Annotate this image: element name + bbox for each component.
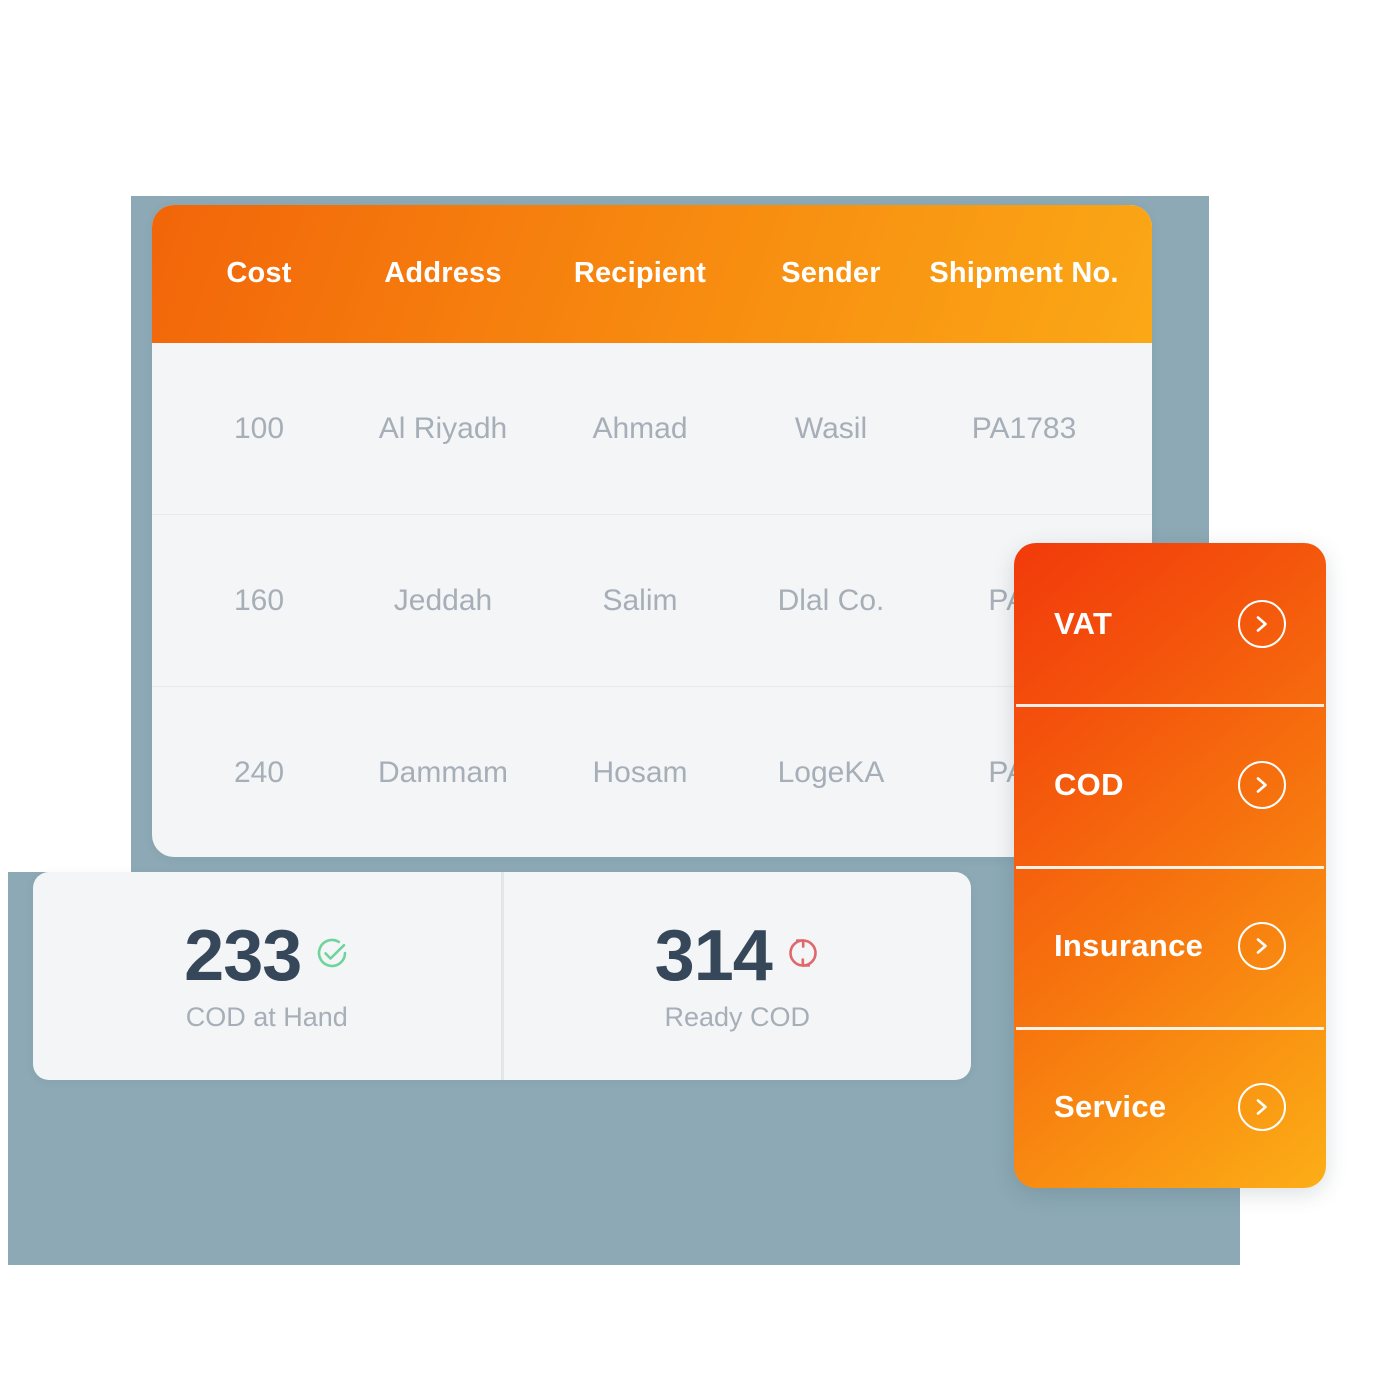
cell-address: Jeddah: [393, 583, 493, 617]
stat-ready-cod[interactable]: 314 Ready COD: [500, 872, 972, 1080]
table-header-row: Cost Address Recipient Sender Shipment N…: [152, 205, 1152, 343]
menu-item-label: Insurance: [1054, 928, 1204, 964]
menu-item-insurance[interactable]: Insurance: [1014, 865, 1326, 1027]
column-header-shipment-no[interactable]: Shipment No.: [924, 256, 1124, 291]
stat-label: COD at Hand: [185, 1001, 348, 1032]
cell-cost: 240: [233, 755, 285, 789]
column-header-recipient[interactable]: Recipient: [542, 256, 738, 291]
cell-sender: Wasil: [794, 411, 868, 445]
check-circle-icon: [315, 936, 349, 975]
dashboard-composition: Cost Address Recipient Sender Shipment N…: [0, 0, 1400, 1400]
table-row[interactable]: 240 Dammam Hosam LogeKA PA31: [152, 686, 1152, 857]
chevron-right-icon[interactable]: [1238, 1083, 1286, 1132]
cell-cost: 160: [233, 583, 285, 617]
menu-item-cod[interactable]: COD: [1014, 704, 1326, 865]
menu-item-label: Service: [1054, 1089, 1167, 1125]
cell-address: Al Riyadh: [378, 411, 508, 445]
menu-item-label: COD: [1054, 766, 1124, 802]
menu-item-vat[interactable]: VAT: [1014, 543, 1326, 704]
cell-recipient: Ahmad: [592, 411, 688, 445]
cell-recipient: Hosam: [592, 755, 688, 789]
cell-sender: Dlal Co.: [777, 583, 885, 617]
stat-value-row: 314: [655, 920, 820, 992]
shipments-table-card: Cost Address Recipient Sender Shipment N…: [152, 205, 1152, 857]
menu-item-label: VAT: [1054, 605, 1113, 641]
stat-label: Ready COD: [664, 1001, 811, 1032]
chevron-right-icon[interactable]: [1238, 760, 1286, 809]
table-row[interactable]: 160 Jeddah Salim Dlal Co. PA25: [152, 514, 1152, 686]
column-header-cost[interactable]: Cost: [174, 256, 344, 291]
table-row[interactable]: 100 Al Riyadh Ahmad Wasil PA1783: [152, 343, 1152, 514]
stat-value-row: 233: [184, 920, 349, 992]
services-side-menu: VAT COD Insurance Service: [1014, 543, 1326, 1188]
stat-value: 233: [184, 915, 302, 996]
chevron-right-icon[interactable]: [1238, 922, 1286, 971]
cell-recipient: Salim: [602, 583, 678, 617]
cell-sender: LogeKA: [777, 755, 885, 789]
cell-address: Dammam: [377, 755, 508, 789]
menu-item-service[interactable]: Service: [1014, 1026, 1326, 1188]
cell-shipment-no: PA1783: [971, 411, 1077, 445]
cell-cost: 100: [233, 411, 285, 445]
stat-cod-at-hand[interactable]: 233 COD at Hand: [33, 872, 501, 1080]
cod-summary-card: 233 COD at Hand 314 Ready COD: [33, 872, 971, 1080]
column-header-address[interactable]: Address: [344, 256, 542, 291]
stat-value: 314: [654, 915, 773, 996]
chevron-right-icon[interactable]: [1238, 599, 1286, 648]
column-header-sender[interactable]: Sender: [738, 256, 924, 291]
refresh-circle-icon: [786, 935, 820, 976]
